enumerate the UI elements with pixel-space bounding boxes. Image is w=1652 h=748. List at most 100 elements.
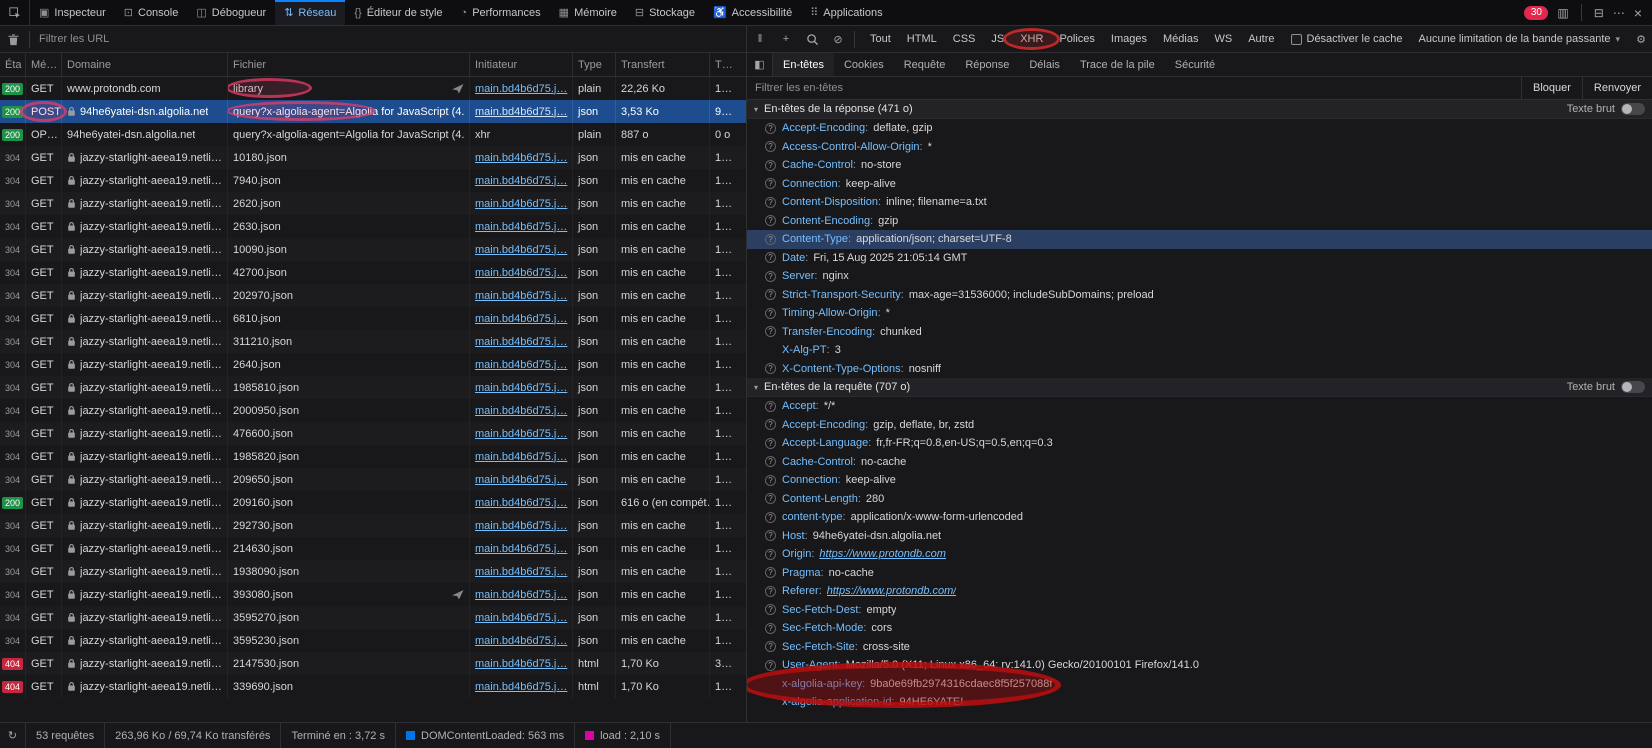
column-header-fichier[interactable]: Fichier bbox=[228, 53, 470, 76]
request-row[interactable]: 304GETjazzy-starlight-aeea19.netli…2630.… bbox=[0, 215, 746, 238]
help-icon[interactable]: ? bbox=[765, 178, 776, 189]
column-header-domaine[interactable]: Domaine bbox=[62, 53, 228, 76]
column-header-eta[interactable]: Éta bbox=[0, 53, 26, 76]
help-icon[interactable]: ? bbox=[765, 530, 776, 541]
tool-tab-memoire[interactable]: ▦Mémoire bbox=[550, 0, 626, 25]
meatball-menu-icon[interactable]: ⋯ bbox=[1613, 6, 1625, 20]
clear-requests-button[interactable] bbox=[0, 26, 26, 52]
request-row[interactable]: 404GETjazzy-starlight-aeea19.netli…21475… bbox=[0, 652, 746, 675]
initiator[interactable]: main.bd4b6d75.j… bbox=[475, 359, 567, 371]
help-icon[interactable]: ? bbox=[765, 289, 776, 300]
header-row-x-content-type-options[interactable]: ?X-Content-Type-Options:nosniff bbox=[747, 360, 1652, 379]
detail-tab-cookies[interactable]: Cookies bbox=[834, 53, 894, 76]
help-icon[interactable]: ? bbox=[765, 123, 776, 134]
header-row-sec-fetch-mode[interactable]: ?Sec-Fetch-Mode:cors bbox=[747, 619, 1652, 638]
help-icon[interactable]: ? bbox=[765, 271, 776, 282]
initiator[interactable]: main.bd4b6d75.j… bbox=[475, 106, 567, 118]
column-header-t[interactable]: T… bbox=[710, 53, 746, 76]
header-row-timing-allow-origin[interactable]: ?Timing-Allow-Origin:* bbox=[747, 304, 1652, 323]
help-icon[interactable]: ? bbox=[765, 234, 776, 245]
tool-tab-accessibilite[interactable]: ♿Accessibilité bbox=[704, 0, 801, 25]
header-row-access-control-allow-origin[interactable]: ?Access-Control-Allow-Origin:* bbox=[747, 138, 1652, 157]
dock-icon[interactable]: ⊟ bbox=[1594, 6, 1604, 20]
tool-tab-debogueur[interactable]: ◫Débogueur bbox=[187, 0, 275, 25]
headers-filter-input[interactable] bbox=[755, 82, 1521, 94]
detail-tab-delais[interactable]: Délais bbox=[1019, 53, 1070, 76]
header-row-user-agent[interactable]: ?User-Agent:Mozilla/5.0 (X11; Linux x86_… bbox=[747, 656, 1652, 675]
initiator[interactable]: main.bd4b6d75.j… bbox=[475, 566, 567, 578]
initiator[interactable]: main.bd4b6d75.j… bbox=[475, 681, 567, 693]
initiator[interactable]: main.bd4b6d75.j… bbox=[475, 198, 567, 210]
collapse-triangle-icon[interactable]: ▾ bbox=[754, 105, 758, 114]
initiator[interactable]: main.bd4b6d75.j… bbox=[475, 451, 567, 463]
initiator[interactable]: main.bd4b6d75.j… bbox=[475, 428, 567, 440]
help-icon[interactable]: ? bbox=[765, 363, 776, 374]
disable-cache[interactable]: Désactiver le cache bbox=[1283, 33, 1411, 45]
pause-recording-icon[interactable]: ‖ bbox=[747, 26, 773, 52]
request-row[interactable]: 200POST94he6yatei-dsn.algolia.netquery?x… bbox=[0, 100, 746, 123]
request-row[interactable]: 200GETwww.protondb.comlibrarymain.bd4b6d… bbox=[0, 77, 746, 100]
initiator[interactable]: main.bd4b6d75.j… bbox=[475, 290, 567, 302]
filter-js[interactable]: JS bbox=[983, 31, 1012, 47]
help-icon[interactable]: ? bbox=[765, 493, 776, 504]
header-row-accept-encoding[interactable]: ?Accept-Encoding:gzip, deflate, br, zstd bbox=[747, 416, 1652, 435]
header-row-server[interactable]: ?Server:nginx bbox=[747, 267, 1652, 286]
header-row-accept[interactable]: ?Accept:*/* bbox=[747, 397, 1652, 416]
tool-tab-console[interactable]: ⊡Console bbox=[115, 0, 188, 25]
initiator[interactable]: main.bd4b6d75.j… bbox=[475, 474, 567, 486]
url-filter-input[interactable] bbox=[39, 33, 746, 45]
request-row[interactable]: 304GETjazzy-starlight-aeea19.netli…6810.… bbox=[0, 307, 746, 330]
response-headers-section-bar[interactable]: ▾ En-têtes de la réponse (471 o) Texte b… bbox=[747, 100, 1652, 119]
header-row-x-alg-pt[interactable]: ?X-Alg-PT:3 bbox=[747, 341, 1652, 360]
initiator[interactable]: main.bd4b6d75.j… bbox=[475, 635, 567, 647]
help-icon[interactable]: ? bbox=[765, 456, 776, 467]
request-row[interactable]: 304GETjazzy-starlight-aeea19.netli…29273… bbox=[0, 514, 746, 537]
column-header-initiateur[interactable]: Initiateur bbox=[470, 53, 573, 76]
request-row[interactable]: 304GETjazzy-starlight-aeea19.netli…47660… bbox=[0, 422, 746, 445]
block-request-icon[interactable]: ⊘ bbox=[825, 26, 851, 52]
initiator[interactable]: main.bd4b6d75.j… bbox=[475, 658, 567, 670]
header-value[interactable]: https://www.protondb.com bbox=[819, 548, 946, 560]
request-row[interactable]: 304GETjazzy-starlight-aeea19.netli…19380… bbox=[0, 560, 746, 583]
header-row-sec-fetch-site[interactable]: ?Sec-Fetch-Site:cross-site bbox=[747, 638, 1652, 657]
header-row-content-disposition[interactable]: ?Content-Disposition:inline; filename=a.… bbox=[747, 193, 1652, 212]
responsive-design-icon[interactable]: ▥ bbox=[1557, 6, 1568, 20]
request-row[interactable]: 404GETjazzy-starlight-aeea19.netli…33969… bbox=[0, 675, 746, 698]
help-icon[interactable]: ? bbox=[765, 549, 776, 560]
header-row-accept-language[interactable]: ?Accept-Language:fr,fr-FR;q=0.8,en-US;q=… bbox=[747, 434, 1652, 453]
help-icon[interactable]: ? bbox=[765, 160, 776, 171]
detail-tab-reponse[interactable]: Réponse bbox=[955, 53, 1019, 76]
request-row[interactable]: 200GETjazzy-starlight-aeea19.netli…20916… bbox=[0, 491, 746, 514]
initiator[interactable]: main.bd4b6d75.j… bbox=[475, 589, 567, 601]
request-row[interactable]: 304GETjazzy-starlight-aeea19.netli…2620.… bbox=[0, 192, 746, 215]
help-icon[interactable]: ? bbox=[765, 401, 776, 412]
request-row[interactable]: 304GETjazzy-starlight-aeea19.netli…10180… bbox=[0, 146, 746, 169]
header-row-x-algolia-application-id[interactable]: ?x-algolia-application-id:94HE6YATEI bbox=[747, 693, 1652, 712]
request-row[interactable]: 304GETjazzy-starlight-aeea19.netli…19858… bbox=[0, 445, 746, 468]
request-headers-section-bar[interactable]: ▾ En-têtes de la requête (707 o) Texte b… bbox=[747, 378, 1652, 397]
help-icon[interactable]: ? bbox=[765, 475, 776, 486]
request-row[interactable]: 304GETjazzy-starlight-aeea19.netli…42700… bbox=[0, 261, 746, 284]
close-devtools-icon[interactable]: × bbox=[1634, 5, 1642, 21]
detail-tab-securite[interactable]: Sécurité bbox=[1165, 53, 1225, 76]
request-row[interactable]: 304GETjazzy-starlight-aeea19.netli…10090… bbox=[0, 238, 746, 261]
request-row[interactable]: 304GETjazzy-starlight-aeea19.netli…20965… bbox=[0, 468, 746, 491]
header-row-content-type[interactable]: ?content-type:application/x-www-form-url… bbox=[747, 508, 1652, 527]
column-header-transfert[interactable]: Transfert bbox=[616, 53, 710, 76]
header-row-date[interactable]: ?Date:Fri, 15 Aug 2025 21:05:14 GMT bbox=[747, 249, 1652, 268]
header-row-origin[interactable]: ?Origin:https://www.protondb.com bbox=[747, 545, 1652, 564]
help-icon[interactable]: ? bbox=[765, 604, 776, 615]
help-icon[interactable]: ? bbox=[765, 586, 776, 597]
help-icon[interactable]: ? bbox=[765, 660, 776, 671]
help-icon[interactable]: ? bbox=[765, 567, 776, 578]
initiator[interactable]: main.bd4b6d75.j… bbox=[475, 83, 567, 95]
initiator[interactable]: main.bd4b6d75.j… bbox=[475, 221, 567, 233]
request-row[interactable]: 304GETjazzy-starlight-aeea19.netli…2640.… bbox=[0, 353, 746, 376]
initiator[interactable]: main.bd4b6d75.j… bbox=[475, 267, 567, 279]
tool-tab-stockage[interactable]: ⊟Stockage bbox=[626, 0, 704, 25]
request-row[interactable]: 304GETjazzy-starlight-aeea19.netli…20297… bbox=[0, 284, 746, 307]
detail-tab-trace-de-la-pile[interactable]: Trace de la pile bbox=[1070, 53, 1165, 76]
request-row[interactable]: 304GETjazzy-starlight-aeea19.netli…31121… bbox=[0, 330, 746, 353]
help-icon[interactable]: ? bbox=[765, 326, 776, 337]
filter-polices[interactable]: Polices bbox=[1051, 31, 1102, 47]
